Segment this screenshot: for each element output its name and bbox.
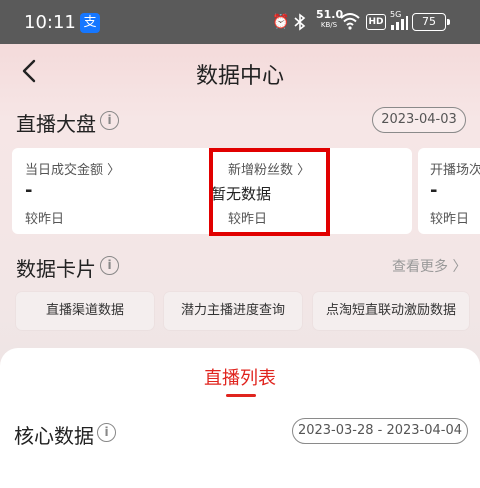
metric-gmv-value: - — [25, 180, 33, 201]
metric-gmv-compare: 较昨日 — [25, 212, 65, 227]
bluetooth-icon — [294, 13, 306, 36]
info-icon[interactable]: i — [97, 423, 116, 442]
core-data-title: 核心数据 — [14, 424, 94, 448]
tab-underline — [226, 394, 256, 397]
highlight-box — [209, 148, 330, 236]
metric-sessions-value: - — [430, 180, 438, 201]
alarm-icon: ⏰ — [272, 14, 290, 30]
hd-icon: HD — [366, 14, 386, 30]
view-more-label: 查看更多 — [392, 259, 448, 275]
page-title: 数据中心 — [195, 64, 284, 89]
metric-sessions-label[interactable]: 开播场次 — [430, 159, 480, 178]
live-channel-data-button[interactable]: 直播渠道数据 — [16, 292, 154, 330]
core-date-range-selector[interactable]: 2023-03-28 - 2023-04-04 — [292, 418, 468, 444]
wifi-icon — [340, 12, 360, 35]
metric-gmv-label[interactable]: 当日成交金额 〉 — [25, 159, 120, 178]
live-overview-title: 直播大盘 — [16, 112, 96, 136]
battery-icon: 75 — [412, 13, 450, 31]
short-live-incentive-data-button[interactable]: 点淘短直联动激励数据 — [313, 292, 469, 330]
status-bar: 10:11 支 ⏰ 51.0 KB/S HD 5G 75 — [0, 0, 480, 44]
network-speed: 51.0 KB/S — [316, 9, 343, 31]
view-more-link[interactable]: 查看更多 〉 — [392, 256, 466, 276]
status-time: 10:11 — [24, 12, 76, 33]
potential-anchor-progress-button[interactable]: 潜力主播进度查询 — [164, 292, 302, 330]
metric-sessions-compare: 较昨日 — [430, 212, 470, 227]
network-speed-unit: KB/S — [320, 21, 338, 29]
alipay-icon: 支 — [80, 13, 100, 33]
chevron-right-icon: 〉 — [448, 259, 467, 275]
signal-icon — [390, 16, 408, 35]
info-icon[interactable]: i — [100, 111, 119, 130]
overview-date-selector[interactable]: 2023-04-03 — [372, 107, 466, 133]
tab-live-list[interactable]: 直播列表 — [0, 364, 480, 390]
data-cards-title: 数据卡片 — [16, 257, 96, 281]
info-icon[interactable]: i — [100, 256, 119, 275]
